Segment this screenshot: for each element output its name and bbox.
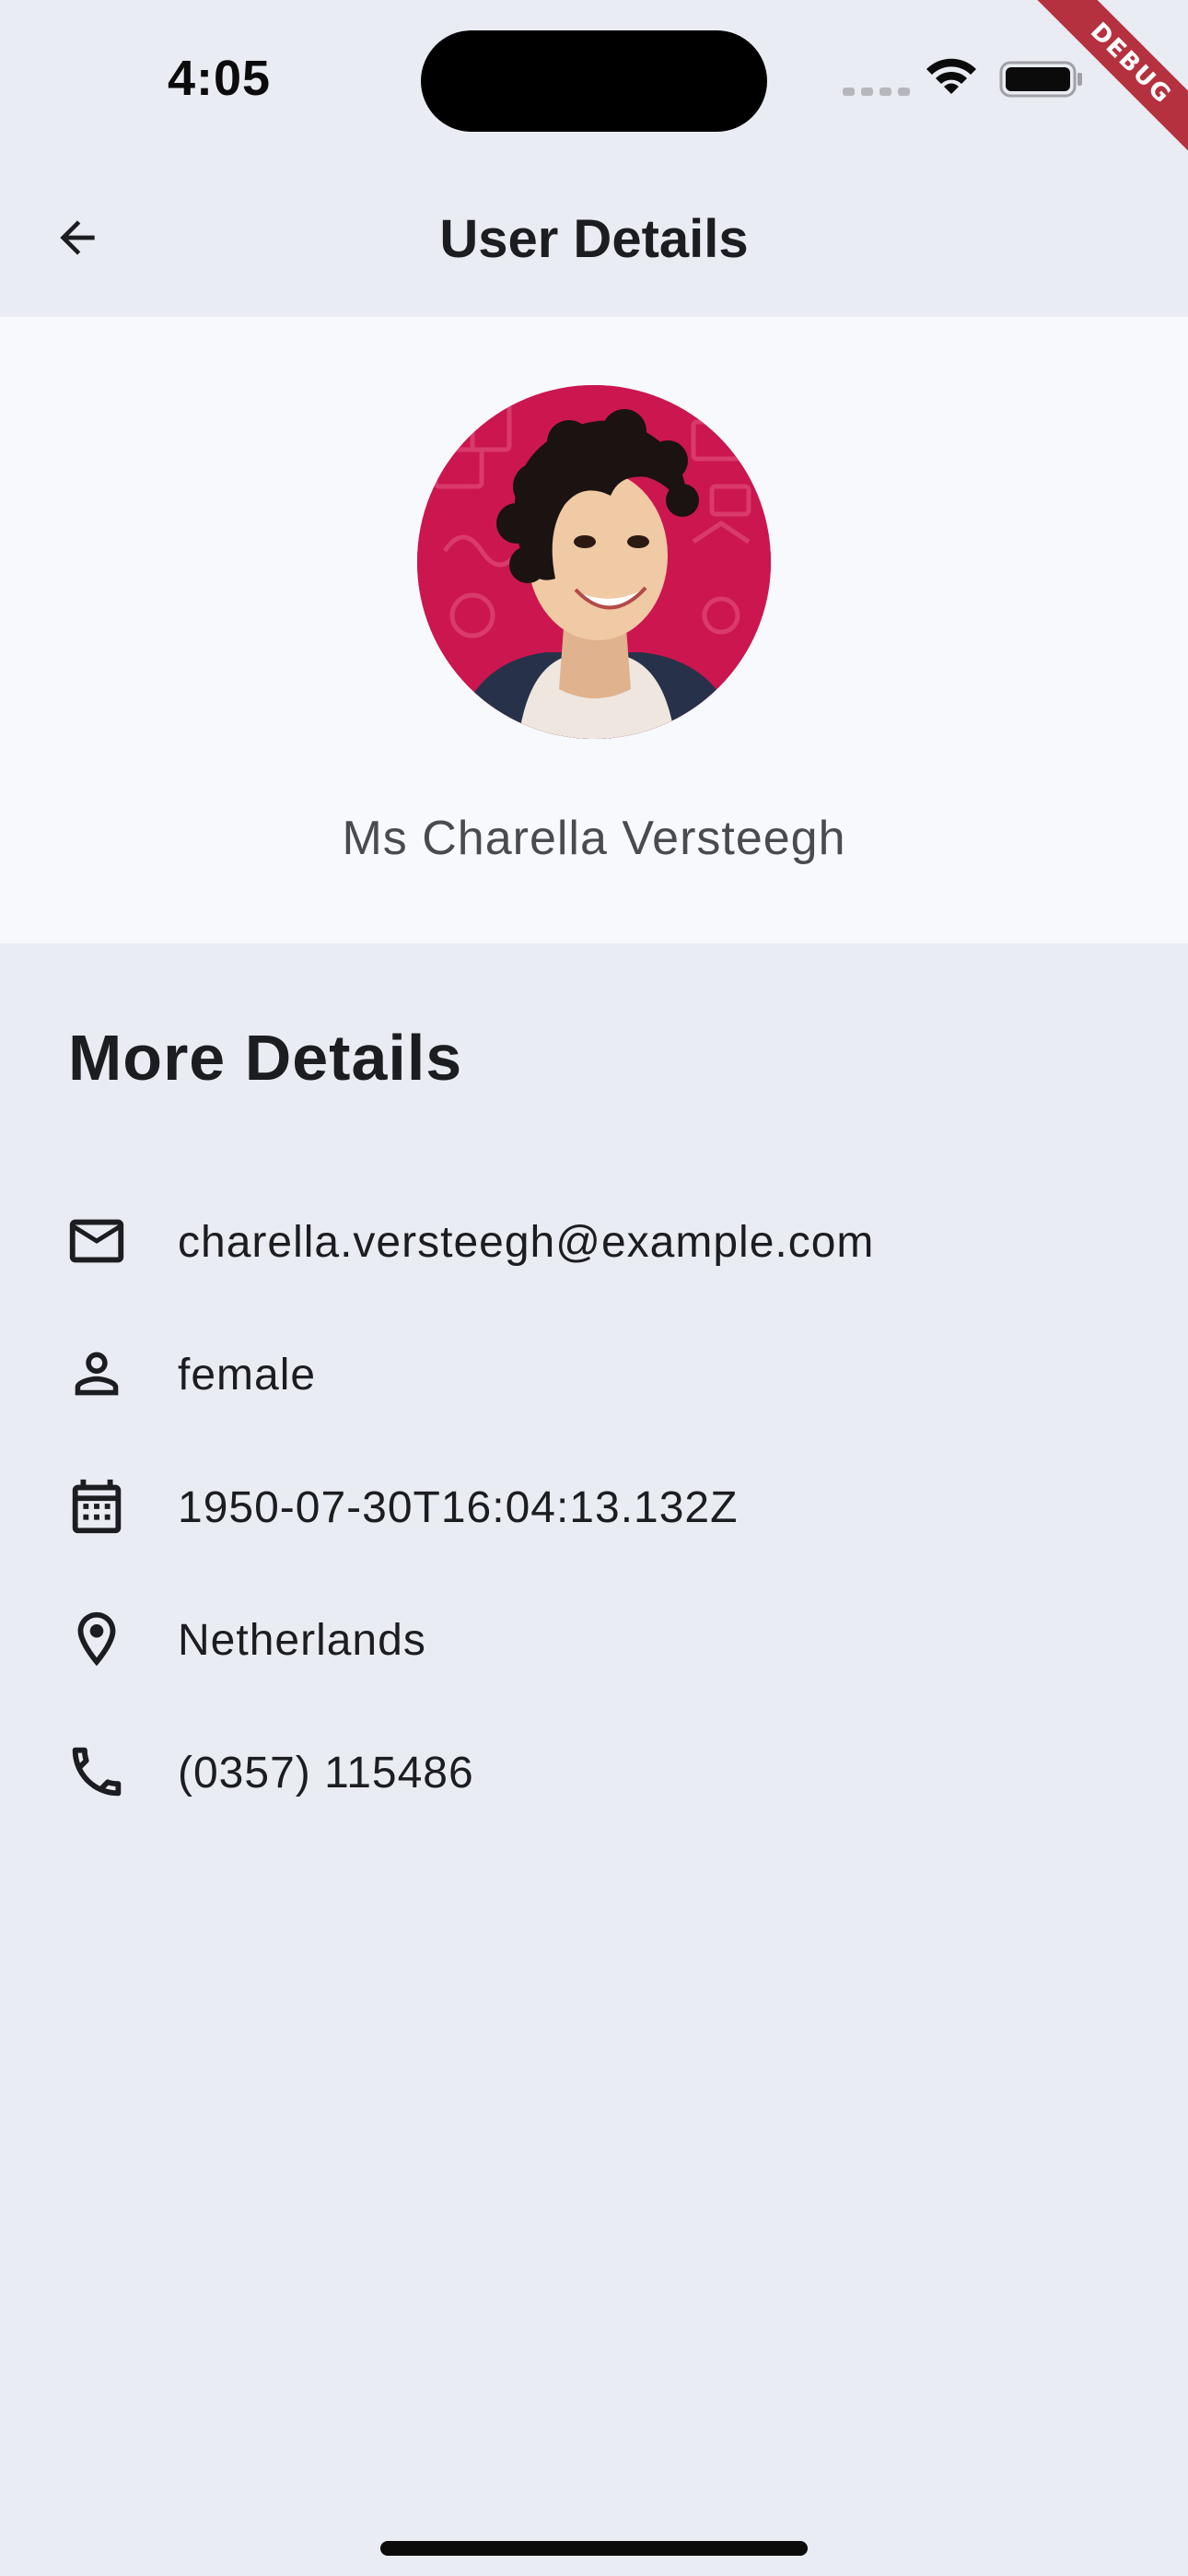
page-title: User Details bbox=[439, 209, 749, 269]
calendar-icon bbox=[64, 1474, 129, 1539]
detail-gender: female bbox=[178, 1351, 317, 1399]
detail-phone: (0357) 115486 bbox=[178, 1749, 474, 1797]
detail-row-dob: 1950-07-30T16:04:13.132Z bbox=[0, 1450, 1188, 1561]
status-bar: 4:05 bbox=[0, 0, 1188, 157]
dynamic-island bbox=[421, 30, 767, 132]
status-time: 4:05 bbox=[168, 51, 272, 106]
section-title: More Details bbox=[68, 1022, 463, 1094]
mail-icon bbox=[64, 1209, 129, 1273]
detail-row-phone: (0357) 115486 bbox=[0, 1715, 1188, 1826]
avatar-photo bbox=[417, 385, 771, 739]
phone-icon bbox=[64, 1739, 129, 1804]
signal-icon bbox=[843, 88, 910, 96]
person-icon bbox=[64, 1341, 129, 1406]
profile-name: Ms Charella Versteegh bbox=[342, 812, 846, 865]
wifi-icon bbox=[926, 58, 976, 94]
location-pin-icon bbox=[64, 1607, 129, 1671]
detail-location: Netherlands bbox=[178, 1616, 426, 1665]
profile-header: Ms Charella Versteegh bbox=[0, 317, 1188, 943]
detail-row-location: Netherlands bbox=[0, 1583, 1188, 1693]
avatar bbox=[417, 385, 771, 739]
battery-icon bbox=[999, 61, 1082, 98]
detail-dob: 1950-07-30T16:04:13.132Z bbox=[178, 1483, 739, 1532]
detail-row-email: charella.versteegh@example.com bbox=[0, 1185, 1188, 1295]
detail-row-gender: female bbox=[0, 1317, 1188, 1428]
home-indicator[interactable] bbox=[380, 2541, 808, 2556]
app-bar: User Details bbox=[0, 157, 1188, 317]
detail-email: charella.versteegh@example.com bbox=[178, 1218, 875, 1267]
